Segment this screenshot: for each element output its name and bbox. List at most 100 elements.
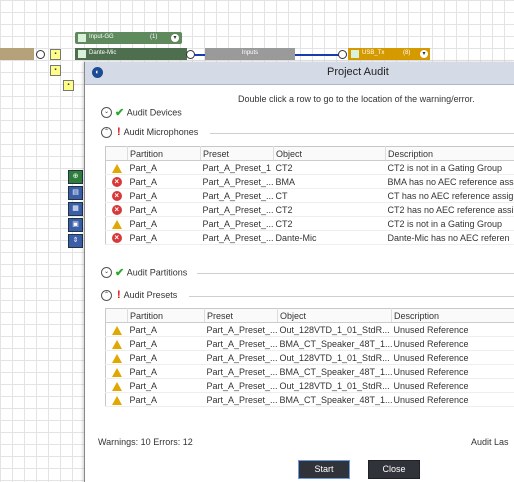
cell-object: Out_128VTD_1_01_StdR... <box>277 322 392 337</box>
start-button[interactable]: Start <box>298 460 350 479</box>
cell-object: BMA_CT_Speaker_48T_1... <box>277 336 392 351</box>
cell-description: Unused Reference <box>391 392 514 407</box>
table-row[interactable]: × Part_A Part_A_Preset_... BMA BMA has n… <box>105 174 514 189</box>
checkmark-icon: ✔ <box>115 107 125 119</box>
column-header[interactable]: Object <box>277 308 392 323</box>
cell-object: BMA <box>273 174 386 189</box>
column-header[interactable]: Description <box>391 308 514 323</box>
table-row[interactable]: × Part_A Part_A_Preset_... CT2 CT2 has n… <box>105 202 514 217</box>
table-row[interactable]: Part_A Part_A_Preset_... BMA_CT_Speaker_… <box>105 392 514 407</box>
error-icon: × <box>111 176 122 187</box>
table-row[interactable]: Part_A Part_A_Preset_... Out_128VTD_1_01… <box>105 378 514 393</box>
cell-partition: Part_A <box>127 174 201 189</box>
cell-description: CT2 has no AEC reference assi <box>385 202 514 217</box>
warning-icon <box>111 325 122 335</box>
presets-table: Partition Preset Object Description Part… <box>105 308 514 407</box>
error-icon: × <box>111 204 122 215</box>
cell-partition: Part_A <box>127 202 201 217</box>
column-header-severity[interactable] <box>105 146 128 161</box>
table-header-row: Partition Preset Object Description <box>105 308 514 323</box>
cell-partition: Part_A <box>127 336 205 351</box>
cell-object: CT2 <box>273 160 386 175</box>
error-exclamation-icon: ! <box>117 126 121 138</box>
canvas-tool-icon[interactable]: ⊕ <box>68 170 83 184</box>
block-toggle-icon[interactable]: ▪ <box>63 80 74 91</box>
section-divider <box>189 296 514 297</box>
cell-preset: Part_A_Preset_... <box>204 392 278 407</box>
column-header[interactable]: Preset <box>204 308 278 323</box>
section-divider <box>210 133 514 134</box>
wire <box>194 54 205 56</box>
cell-object: BMA_CT_Speaker_48T_1... <box>277 392 392 407</box>
microphones-table: Partition Preset Object Description Part… <box>105 146 514 245</box>
cell-object: Out_128VTD_1_01_StdR... <box>277 350 392 365</box>
block-toggle-icon[interactable]: ▪ <box>50 49 61 60</box>
collapse-chevron-icon[interactable]: ⌃ <box>101 126 112 138</box>
column-header[interactable]: Object <box>273 146 386 161</box>
cell-description: BMA has no AEC reference ass <box>385 174 514 189</box>
canvas-block-left[interactable] <box>0 48 34 60</box>
block-type-icon <box>78 50 86 58</box>
warning-icon <box>111 395 122 405</box>
cell-partition: Part_A <box>127 392 205 407</box>
section-label: Audit Presets <box>123 290 178 300</box>
close-button[interactable]: Close <box>368 460 420 479</box>
cell-partition: Part_A <box>127 322 205 337</box>
table-row[interactable]: × Part_A Part_A_Preset_... Dante-Mic Dan… <box>105 230 514 245</box>
chevron-down-icon[interactable]: ▾ <box>171 34 179 42</box>
cell-preset: Part_A_Preset_... <box>200 202 274 217</box>
section-audit-microphones[interactable]: ⌃! Audit Microphones <box>101 126 198 139</box>
cell-object: BMA_CT_Speaker_48T_1... <box>277 364 392 379</box>
cell-preset: Part_A_Preset_... <box>204 336 278 351</box>
table-row[interactable]: Part_A Part_A_Preset_... BMA_CT_Speaker_… <box>105 364 514 379</box>
canvas-block-dante-mic[interactable]: Dante-Mic <box>75 48 187 60</box>
section-label: Audit Partitions <box>126 267 188 278</box>
column-header-severity[interactable] <box>105 308 128 323</box>
cell-description: CT has no AEC reference assig <box>385 188 514 203</box>
table-row[interactable]: × Part_A Part_A_Preset_... CT CT has no … <box>105 188 514 203</box>
table-header-row: Partition Preset Object Description <box>105 146 514 161</box>
section-audit-devices[interactable]: ⌄ ✔ Audit Devices <box>101 106 182 119</box>
cell-object: Out_128VTD_1_01_StdR... <box>277 378 392 393</box>
chevron-down-icon[interactable]: ▾ <box>420 50 428 58</box>
column-header[interactable]: Partition <box>127 308 205 323</box>
cell-partition: Part_A <box>127 364 205 379</box>
expand-chevron-icon[interactable]: ⌄ <box>101 107 112 118</box>
column-header[interactable]: Partition <box>127 146 201 161</box>
cell-object: Dante-Mic <box>273 230 386 245</box>
dialog-titlebar[interactable]: ◐ Project Audit <box>85 62 514 85</box>
cell-description: Unused Reference <box>391 378 514 393</box>
table-row[interactable]: Part_A Part_A_Preset_... Out_128VTD_1_01… <box>105 322 514 337</box>
canvas-block-inputs[interactable]: Inputs <box>205 48 295 60</box>
cell-preset: Part_A_Preset_... <box>204 378 278 393</box>
table-row[interactable]: Part_A Part_A_Preset_... CT2 CT2 is not … <box>105 216 514 231</box>
cell-preset: Part_A_Preset_1 <box>200 160 274 175</box>
cell-partition: Part_A <box>127 216 201 231</box>
canvas-tool-icon[interactable]: ▣ <box>68 218 83 232</box>
project-audit-dialog: ◐ Project Audit Double click a row to go… <box>84 62 514 482</box>
input-gg-label: Input-GG <box>89 34 114 40</box>
connector-dot[interactable] <box>338 50 347 59</box>
cell-description: CT2 is not in a Gating Group <box>385 216 514 231</box>
usb-tx-count: (8) <box>403 50 411 56</box>
table-row[interactable]: Part_A Part_A_Preset_... Out_128VTD_1_01… <box>105 350 514 365</box>
column-header[interactable]: Preset <box>200 146 274 161</box>
section-divider <box>197 273 514 274</box>
canvas-tool-icon[interactable]: ⇕ <box>68 234 83 248</box>
column-header[interactable]: Description <box>385 146 514 161</box>
canvas-block-input-gg[interactable]: Input-GG (1) ▾ <box>75 32 182 44</box>
table-row[interactable]: Part_A Part_A_Preset_1 CT2 CT2 is not in… <box>105 160 514 175</box>
canvas-block-usb-tx[interactable]: USB_Tx (8) ▾ <box>348 48 430 60</box>
section-audit-partitions[interactable]: ⌄ ✔ Audit Partitions <box>101 266 187 279</box>
connector-dot[interactable] <box>36 50 45 59</box>
canvas-tool-icon[interactable]: ▦ <box>68 202 83 216</box>
cell-preset: Part_A_Preset_... <box>200 174 274 189</box>
block-toggle-icon[interactable]: ▪ <box>50 65 61 76</box>
section-audit-presets[interactable]: ⌃! Audit Presets <box>101 289 177 302</box>
block-type-icon <box>78 34 86 42</box>
canvas-tool-icon[interactable]: ▤ <box>68 186 83 200</box>
cell-description: Dante-Mic has no AEC referen <box>385 230 514 245</box>
expand-chevron-icon[interactable]: ⌄ <box>101 267 112 278</box>
collapse-chevron-icon[interactable]: ⌃ <box>101 289 112 301</box>
table-row[interactable]: Part_A Part_A_Preset_... BMA_CT_Speaker_… <box>105 336 514 351</box>
